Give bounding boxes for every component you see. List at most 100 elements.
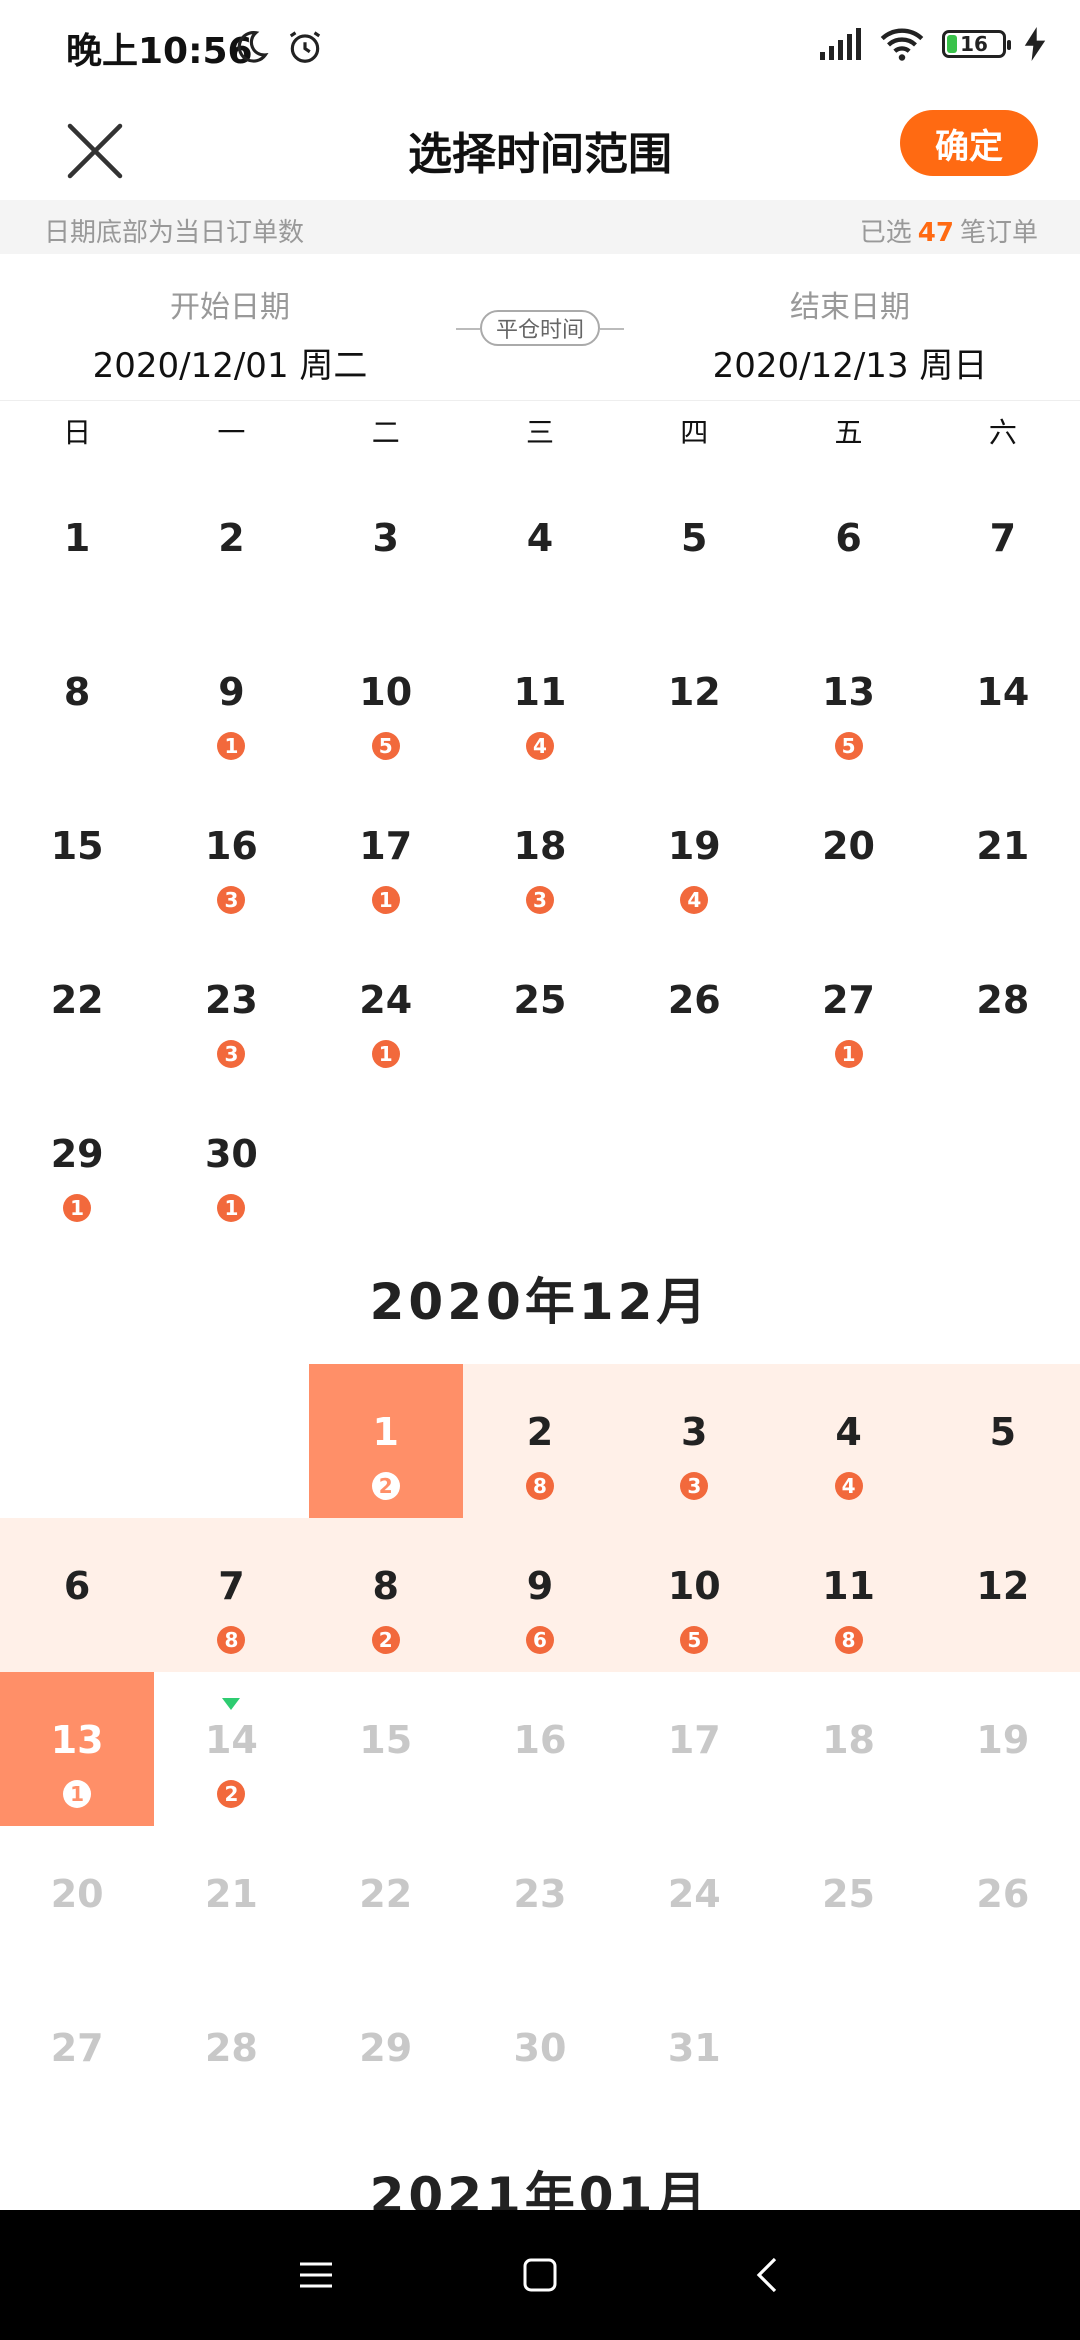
calendar-day[interactable]: 14 bbox=[926, 624, 1080, 778]
calendar-day[interactable]: 10 5 bbox=[309, 624, 463, 778]
calendar-day[interactable]: 30 1 bbox=[154, 1086, 308, 1240]
day-number: 2 bbox=[526, 1410, 554, 1454]
calendar-day[interactable]: 6 bbox=[771, 470, 925, 624]
calendar-day[interactable]: 12 bbox=[617, 624, 771, 778]
calendar-day[interactable]: 91 bbox=[154, 624, 308, 778]
selected-summary: 已选 47 笔订单 bbox=[860, 212, 1038, 249]
calendar-day[interactable]: 96 bbox=[462, 1518, 618, 1672]
calendar-day[interactable]: 21 bbox=[926, 778, 1080, 932]
order-count-badge: 1 bbox=[217, 1194, 246, 1222]
calendar-day[interactable]: 44 bbox=[771, 1364, 926, 1518]
order-count-badge: 5 bbox=[371, 732, 400, 760]
confirm-button[interactable]: 确定 bbox=[900, 110, 1038, 176]
day-number: 25 bbox=[513, 978, 567, 1022]
selected-suffix: 笔订单 bbox=[959, 218, 1038, 248]
calendar-day[interactable]: 12 bbox=[925, 1518, 1080, 1672]
calendar-day[interactable]: 82 bbox=[308, 1518, 463, 1672]
calendar-day[interactable]: 5 bbox=[925, 1364, 1080, 1518]
calendar-day[interactable]: 13 5 bbox=[771, 624, 925, 778]
menu-nav-button[interactable] bbox=[286, 2250, 346, 2300]
calendar-day[interactable]: 13 1 bbox=[0, 1672, 155, 1826]
calendar-day[interactable]: 18 3 bbox=[463, 778, 617, 932]
start-date-label: 开始日期 bbox=[170, 290, 290, 325]
info-hint: 日期底部为当日订单数 bbox=[44, 218, 305, 248]
calendar-day[interactable]: 26 bbox=[617, 932, 771, 1086]
day-number: 16 bbox=[204, 824, 258, 868]
day-number: 10 bbox=[667, 1564, 721, 1608]
calendar-empty-cell bbox=[154, 1364, 308, 1518]
calendar-day: 17 bbox=[617, 1672, 771, 1826]
today-marker-icon bbox=[222, 1698, 241, 1710]
status-left-icons bbox=[232, 28, 324, 66]
header: 选择时间范围 确定 bbox=[0, 96, 1080, 201]
home-nav-button[interactable] bbox=[510, 2250, 570, 2300]
calendar-day[interactable]: 4 bbox=[463, 470, 617, 624]
end-date-value: 2020/12/13 周日 bbox=[712, 346, 988, 386]
calendar-day[interactable]: 22 bbox=[0, 932, 154, 1086]
calendar-day[interactable]: 15 bbox=[0, 778, 154, 932]
calendar-day: 24 bbox=[617, 1826, 771, 1980]
start-date[interactable]: 开始日期 2020/12/01 周二 bbox=[20, 282, 440, 387]
calendar-day[interactable]: 19 4 bbox=[617, 778, 771, 932]
calendar-day[interactable]: 6 bbox=[0, 1518, 155, 1672]
day-number: 24 bbox=[359, 978, 413, 1022]
calendar-day[interactable]: 8 bbox=[0, 624, 154, 778]
day-number: 1 bbox=[372, 1410, 399, 1454]
wifi-icon bbox=[880, 28, 924, 61]
order-count-badge: 3 bbox=[217, 1040, 246, 1068]
calendar-day[interactable]: 7 bbox=[926, 470, 1080, 624]
calendar-day[interactable]: 24 1 bbox=[309, 932, 463, 1086]
calendar-day[interactable]: 11 4 bbox=[463, 624, 617, 778]
day-number: 10 bbox=[359, 670, 413, 714]
calendar-scroll[interactable]: 1 2 3 4 5 6 7 8 9 1 10 5 11 4 12 13 5 14 15 16 3 17 1 18 3 19 4 20 2… bbox=[0, 470, 1080, 2210]
order-count-badge: 3 bbox=[217, 886, 246, 914]
calendar-day[interactable]: 12 bbox=[308, 1364, 463, 1518]
day-number: 28 bbox=[976, 978, 1030, 1022]
calendar-day[interactable]: 1 bbox=[0, 470, 154, 624]
calendar-day[interactable]: 17 1 bbox=[309, 778, 463, 932]
calendar-day[interactable]: 20 bbox=[771, 778, 925, 932]
calendar-day[interactable]: 23 3 bbox=[154, 932, 308, 1086]
order-count-badge: 1 bbox=[371, 1040, 400, 1068]
calendar-day: 19 bbox=[926, 1672, 1080, 1826]
calendar-day[interactable]: 28 bbox=[462, 1364, 618, 1518]
end-date[interactable]: 结束日期 2020/12/13 周日 bbox=[640, 282, 1060, 387]
calendar-day[interactable]: 28 bbox=[926, 932, 1080, 1086]
order-count-badge: 3 bbox=[525, 886, 554, 914]
day-number: 25 bbox=[822, 1872, 875, 1916]
calendar-day: 14 2 bbox=[154, 1672, 308, 1826]
calendar-day: 30 bbox=[463, 1980, 617, 2134]
calendar-day[interactable]: 25 bbox=[463, 932, 617, 1086]
date-range: 开始日期 2020/12/01 周二 平仓时间 结束日期 2020/12/13 … bbox=[0, 254, 1080, 401]
order-count-badge: 2 bbox=[217, 1780, 246, 1808]
day-number: 26 bbox=[667, 978, 721, 1022]
order-count-badge: 5 bbox=[834, 732, 863, 760]
day-number: 30 bbox=[513, 2026, 567, 2070]
day-number: 19 bbox=[667, 824, 721, 868]
calendar-day[interactable]: 3 bbox=[309, 470, 463, 624]
calendar-day[interactable]: 33 bbox=[617, 1364, 772, 1518]
calendar-day[interactable]: 16 3 bbox=[154, 778, 308, 932]
day-number: 18 bbox=[822, 1718, 875, 1762]
system-nav-bar bbox=[0, 2210, 1080, 2340]
weekday-header: 日 一 二 三 四 五 六 bbox=[0, 400, 1080, 470]
day-number: 15 bbox=[359, 1718, 413, 1762]
calendar-day: 28 bbox=[154, 1980, 308, 2134]
calendar-day: 22 bbox=[309, 1826, 463, 1980]
calendar-day[interactable]: 78 bbox=[154, 1518, 309, 1672]
calendar-day[interactable]: 11 8 bbox=[771, 1518, 926, 1672]
calendar-day: 18 bbox=[771, 1672, 925, 1826]
day-number: 8 bbox=[63, 670, 91, 714]
back-nav-button[interactable] bbox=[736, 2250, 796, 2300]
order-count-badge: 1 bbox=[63, 1780, 92, 1808]
day-number: 31 bbox=[667, 2026, 721, 2070]
calendar-day[interactable]: 27 1 bbox=[771, 932, 925, 1086]
calendar-day[interactable]: 5 bbox=[617, 470, 771, 624]
calendar-day[interactable]: 10 5 bbox=[617, 1518, 772, 1672]
calendar-day[interactable]: 2 bbox=[154, 470, 308, 624]
calendar-day: 25 bbox=[771, 1826, 925, 1980]
calendar-day[interactable]: 29 1 bbox=[0, 1086, 154, 1240]
day-number: 12 bbox=[976, 1564, 1030, 1608]
day-number: 13 bbox=[822, 670, 875, 714]
month-title: 2020年12月 bbox=[369, 1273, 711, 1331]
